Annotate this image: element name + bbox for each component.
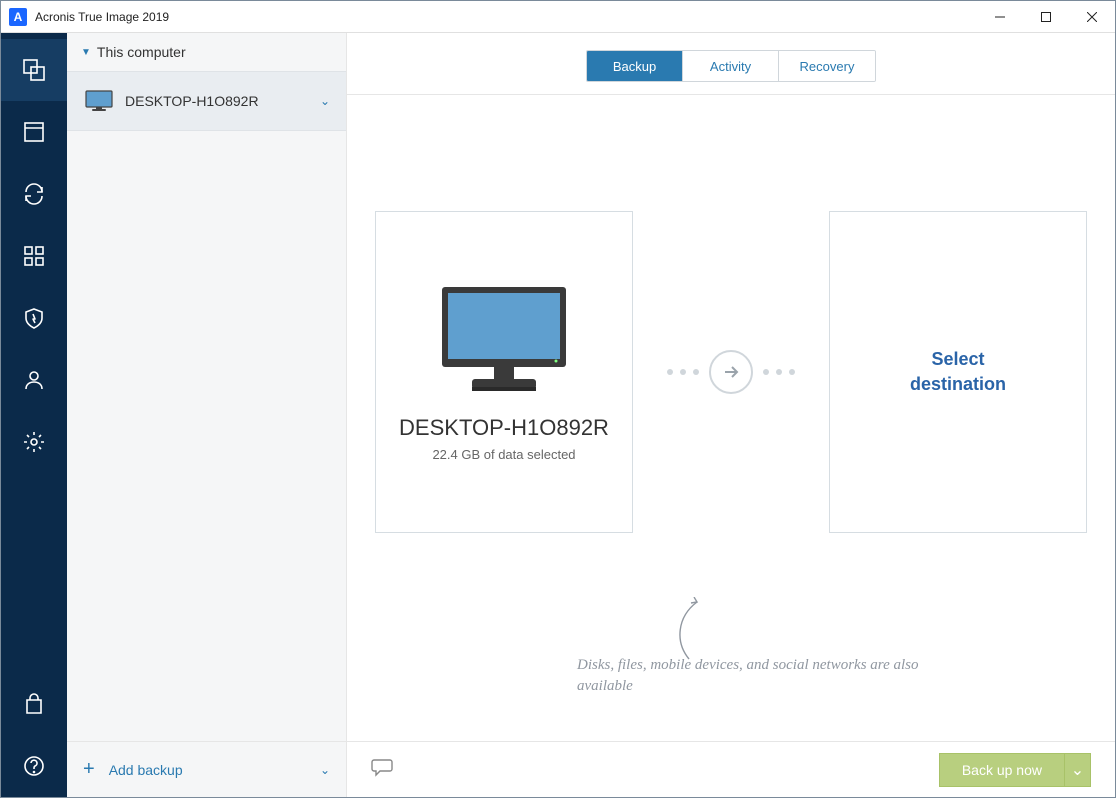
nav-store[interactable] [1, 673, 67, 735]
destination-line1: Select [931, 347, 984, 372]
nav-account[interactable] [1, 349, 67, 411]
gear-icon [22, 430, 46, 454]
main-content: DESKTOP-H1O892R 22.4 GB of data selected… [347, 95, 1115, 741]
backup-list-sidebar: ▼ This computer DESKTOP-H1O892R ⌄ + Add … [67, 33, 347, 797]
close-icon [1087, 12, 1097, 22]
sidebar-group-header[interactable]: ▼ This computer [67, 33, 346, 71]
maximize-icon [1041, 12, 1051, 22]
maximize-button[interactable] [1023, 1, 1069, 33]
monitor-large-icon [436, 283, 572, 397]
minimize-button[interactable] [977, 1, 1023, 33]
sidebar-group-label: This computer [97, 44, 186, 60]
backup-now-button[interactable]: Back up now [939, 753, 1065, 787]
chat-icon [371, 757, 393, 777]
window-title: Acronis True Image 2019 [35, 10, 169, 24]
help-icon [22, 754, 46, 778]
nav-tools[interactable] [1, 225, 67, 287]
sync-icon [22, 182, 46, 206]
nav-archive[interactable] [1, 101, 67, 163]
person-icon [22, 368, 46, 392]
nav-settings[interactable] [1, 411, 67, 473]
add-backup-button[interactable]: + Add backup [83, 758, 320, 781]
bag-icon [22, 692, 46, 716]
main-area: Backup Activity Recovery [347, 33, 1115, 797]
backup-item-menu-button[interactable]: ⌄ [320, 94, 330, 108]
tab-activity[interactable]: Activity [683, 51, 779, 81]
source-subtitle: 22.4 GB of data selected [432, 447, 575, 462]
source-title: DESKTOP-H1O892R [399, 415, 609, 441]
arrow-circle-icon [709, 350, 753, 394]
plus-icon: + [83, 758, 95, 781]
tab-recovery[interactable]: Recovery [779, 51, 875, 81]
close-button[interactable] [1069, 1, 1115, 33]
destination-line2: destination [910, 372, 1006, 397]
hint-text: Disks, files, mobile devices, and social… [577, 655, 977, 697]
add-backup-menu-button[interactable]: ⌄ [320, 763, 330, 777]
shield-icon [22, 306, 46, 330]
nav-protection[interactable] [1, 287, 67, 349]
sidebar-footer: + Add backup ⌄ [67, 741, 346, 797]
main-tabs-bar: Backup Activity Recovery [347, 33, 1115, 95]
backup-source-panel[interactable]: DESKTOP-H1O892R 22.4 GB of data selected [375, 211, 633, 533]
feedback-button[interactable] [371, 757, 393, 782]
backup-item-name: DESKTOP-H1O892R [125, 93, 320, 109]
chevron-down-icon: ▼ [81, 47, 91, 58]
grid-icon [22, 244, 46, 268]
view-tabs: Backup Activity Recovery [586, 50, 876, 82]
flow-arrow [667, 350, 795, 394]
nav-sync[interactable] [1, 163, 67, 225]
monitor-icon [85, 90, 113, 112]
add-backup-label: Add backup [109, 762, 183, 778]
titlebar: A Acronis True Image 2019 [1, 1, 1115, 33]
minimize-icon [995, 12, 1005, 22]
nav-backup[interactable] [1, 39, 67, 101]
backup-list-item[interactable]: DESKTOP-H1O892R ⌄ [67, 71, 346, 131]
app-window: A Acronis True Image 2019 [0, 0, 1116, 798]
backup-destination-panel[interactable]: Select destination [829, 211, 1087, 533]
nav-rail [1, 33, 67, 797]
app-logo-icon: A [9, 8, 27, 26]
backup-now-menu-button[interactable]: ⌄ [1065, 753, 1091, 787]
backup-now-button-group: Back up now ⌄ [939, 753, 1091, 787]
archive-icon [22, 120, 46, 144]
nav-help[interactable] [1, 735, 67, 797]
main-footer: Back up now ⌄ [347, 741, 1115, 797]
tab-backup[interactable]: Backup [587, 51, 683, 81]
backup-icon [21, 57, 47, 83]
